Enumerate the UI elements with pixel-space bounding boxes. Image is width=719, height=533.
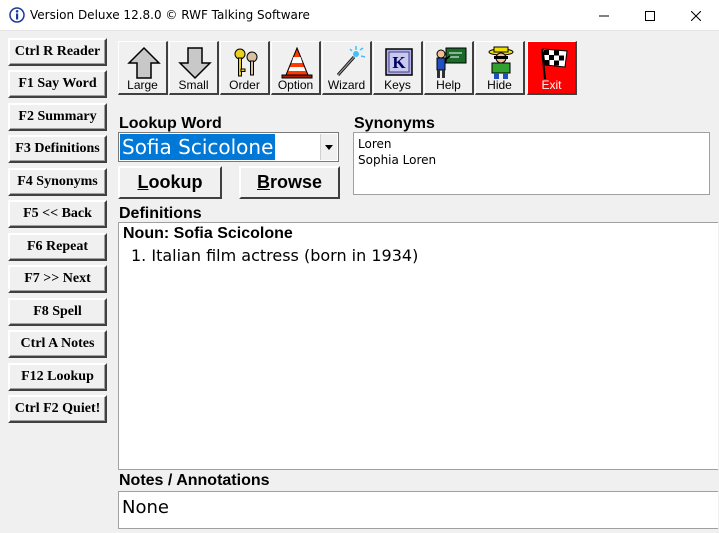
lookup-button[interactable]: Lookup (118, 166, 222, 199)
order-button[interactable]: Order (220, 41, 270, 95)
small-label: Small (178, 78, 209, 92)
lookup-button-mnemonic: L (137, 172, 149, 192)
wizard-button[interactable]: Wizard (322, 41, 372, 95)
definition-heading: Noun: Sofia Scicolone (123, 225, 293, 242)
checkered-flag-icon (541, 48, 568, 80)
f7-next-button[interactable]: F7 >> Next (8, 265, 107, 293)
ctrl-a-notes-button[interactable]: Ctrl A Notes (8, 330, 107, 358)
minimize-icon (599, 15, 609, 16)
f6-repeat-button[interactable]: F6 Repeat (8, 233, 107, 261)
option-label: Option (277, 78, 314, 92)
chevron-down-icon (325, 144, 333, 150)
notes-label: Notes / Annotations (119, 472, 270, 489)
f12-lookup-button[interactable]: F12 Lookup (8, 363, 107, 391)
lookup-button-label: ookup (148, 172, 203, 192)
synonym-item[interactable]: Loren (358, 136, 705, 152)
hide-label: Hide (487, 78, 512, 92)
synonym-item[interactable]: Sophia Loren (358, 152, 705, 168)
f8-spell-button[interactable]: F8 Spell (8, 298, 107, 326)
arrow-down-icon (178, 47, 212, 80)
f3-definitions-button[interactable]: F3 Definitions (8, 135, 107, 163)
synonyms-label: Synonyms (354, 115, 435, 132)
maximize-button[interactable] (627, 0, 673, 31)
wizard-label: Wizard (327, 78, 366, 92)
traffic-cone-icon (281, 46, 313, 79)
teacher-board-icon (436, 47, 467, 78)
synonyms-list[interactable]: Loren Sophia Loren (353, 132, 710, 195)
browse-button[interactable]: Browse (239, 166, 340, 199)
keyboard-key-icon: K (385, 48, 413, 76)
f1-say-word-button[interactable]: F1 Say Word (8, 70, 107, 98)
ctrl-f2-quiet-button[interactable]: Ctrl F2 Quiet! (8, 395, 107, 423)
magic-wand-icon (336, 46, 366, 76)
option-button[interactable]: Option (271, 41, 321, 95)
help-button[interactable]: Help (424, 41, 474, 95)
keys-label: Keys (384, 78, 411, 92)
disguise-person-icon (488, 46, 514, 79)
title-bar: Version Deluxe 12.8.0 © RWF Talking Soft… (0, 0, 719, 31)
order-label: Order (229, 78, 260, 92)
exit-label: Exit (541, 78, 562, 92)
large-label: Large (127, 78, 158, 92)
lookup-word-combobox[interactable]: Sofia Scicolone (118, 132, 339, 162)
notes-field[interactable]: None (118, 491, 718, 529)
close-button[interactable] (673, 0, 719, 31)
ctrl-r-reader-button[interactable]: Ctrl R Reader (8, 38, 107, 66)
lookup-word-label: Lookup Word (119, 115, 222, 132)
close-icon (691, 10, 701, 21)
keys-button[interactable]: K Keys (373, 41, 423, 95)
browse-button-label: rowse (269, 172, 323, 192)
small-button[interactable]: Small (169, 41, 219, 95)
f4-synonyms-button[interactable]: F4 Synonyms (8, 168, 107, 196)
maximize-icon (645, 10, 655, 21)
definition-item: 1. Italian film actress (born in 1934) (131, 246, 419, 265)
f5-back-button[interactable]: F5 << Back (8, 200, 107, 228)
app-info-icon[interactable] (9, 7, 25, 23)
definitions-label: Definitions (119, 205, 202, 222)
hide-button[interactable]: Hide (475, 41, 525, 95)
keys-icon (234, 48, 258, 77)
arrow-up-icon (127, 46, 161, 79)
large-button[interactable]: Large (118, 41, 168, 95)
minimize-button[interactable] (581, 0, 627, 31)
f2-summary-button[interactable]: F2 Summary (8, 103, 107, 131)
exit-button[interactable]: Exit (527, 41, 577, 95)
help-label: Help (436, 78, 461, 92)
lookup-word-value[interactable]: Sofia Scicolone (120, 134, 276, 160)
window-title: Version Deluxe 12.8.0 © RWF Talking Soft… (30, 8, 310, 22)
dropdown-arrow-button[interactable] (320, 134, 337, 160)
definitions-panel[interactable]: Noun: Sofia Scicolone 1. Italian film ac… (118, 222, 718, 470)
browse-button-mnemonic: B (256, 172, 270, 192)
svg-text:K: K (392, 53, 406, 72)
